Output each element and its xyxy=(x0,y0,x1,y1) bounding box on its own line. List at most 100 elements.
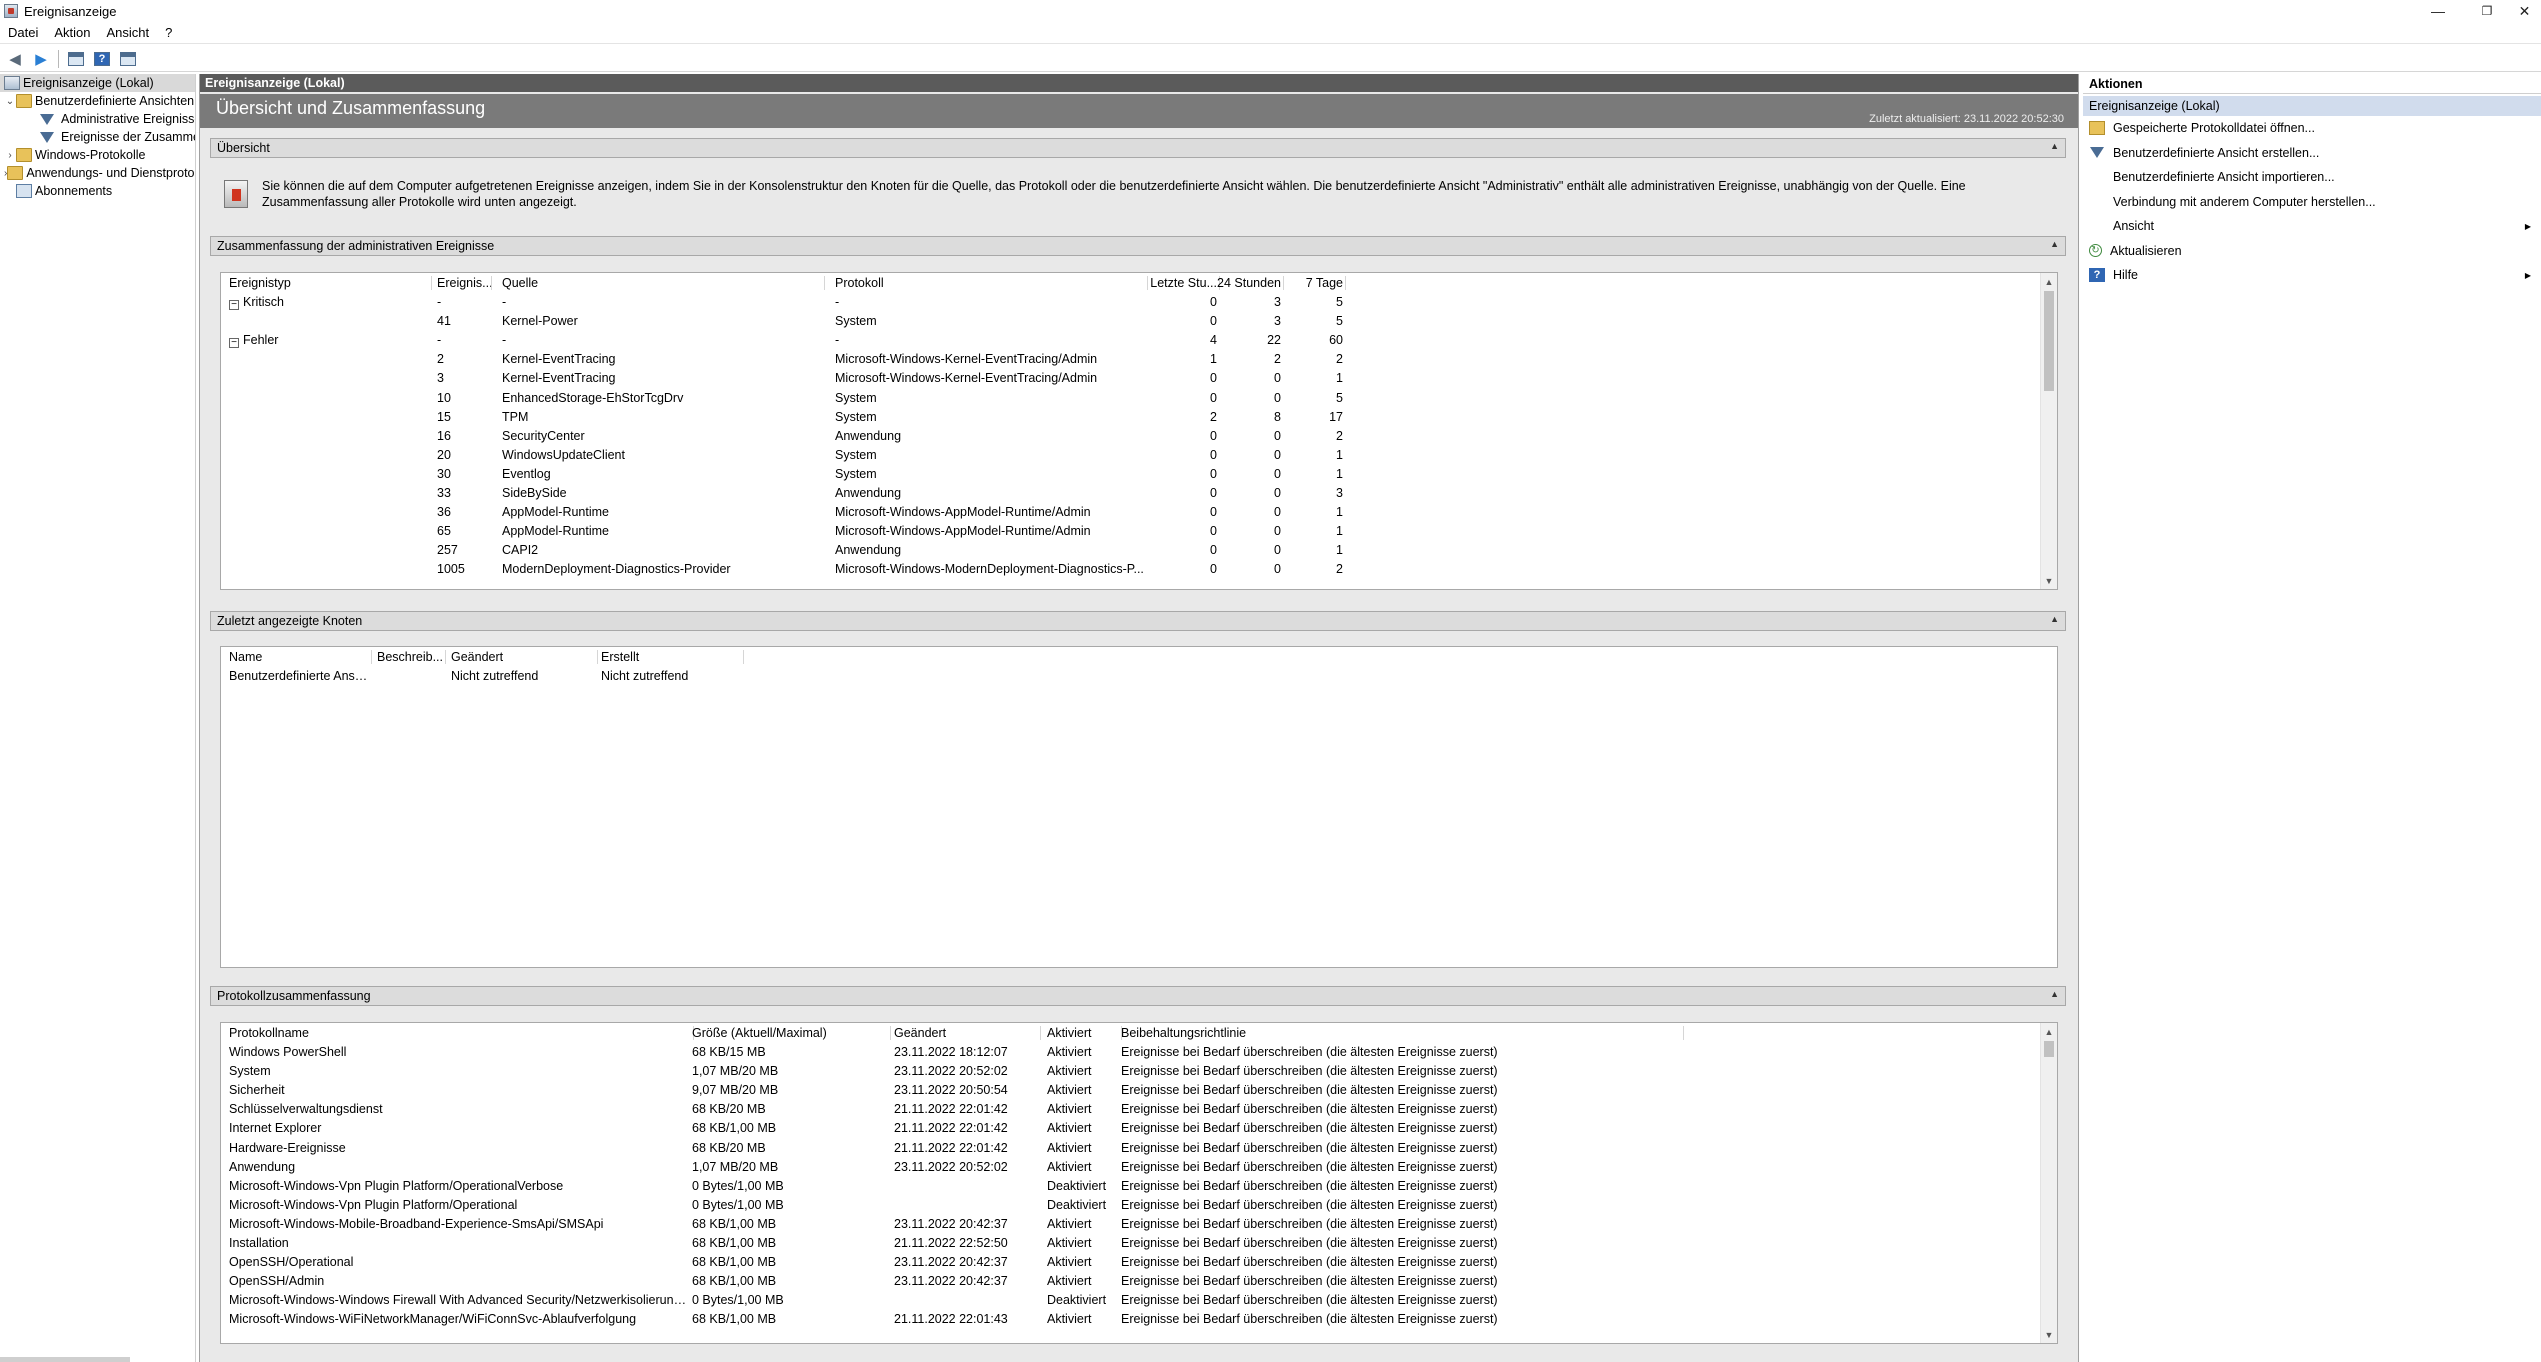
admin-summary-row[interactable]: 2 Kernel-EventTracing Microsoft-Windows-Ke… xyxy=(221,350,2057,369)
tree-item-summary-events[interactable]: Ereignisse der Zusammenfassung xyxy=(0,128,195,146)
log-summary-row[interactable]: Microsoft-Windows-Mobile-Broadband-Exper… xyxy=(221,1215,2057,1234)
action-item[interactable]: ↻ Aktualisieren xyxy=(2083,239,2541,264)
column-header[interactable]: Protokoll xyxy=(835,273,1145,293)
column-header[interactable]: Geändert xyxy=(894,1023,1038,1043)
chevron-down-icon[interactable]: ⌄ xyxy=(4,96,16,107)
log-summary-row[interactable]: OpenSSH/Operational 68 KB/1,00 MB 23.11.20… xyxy=(221,1253,2057,1272)
action-item[interactable]: Gespeicherte Protokolldatei öffnen... xyxy=(2083,116,2541,141)
scroll-up-icon[interactable]: ▲ xyxy=(2041,1023,2057,1040)
admin-summary-row[interactable]: 36 AppModel-Runtime Microsoft-Windows-AppM… xyxy=(221,503,2057,522)
admin-summary-row[interactable]: − Fehler - - -4 22 60 xyxy=(221,331,2057,350)
action-item[interactable]: Benutzerdefinierte Ansicht erstellen... xyxy=(2083,141,2541,166)
section-admin-summary-header[interactable]: Zusammenfassung der administrativen Erei… xyxy=(210,236,2066,256)
action-item[interactable]: Ansicht ▶ xyxy=(2083,214,2541,239)
collapse-tree-icon[interactable]: − xyxy=(229,338,239,349)
tree-item-administrative-events[interactable]: Administrative Ereignisse xyxy=(0,110,195,128)
log-summary-row[interactable]: Schlüsselverwaltungsdienst 68 KB/20 MB 21.… xyxy=(221,1100,2057,1119)
admin-summary-row[interactable]: 30 Eventlog System 0 0 1 xyxy=(221,465,2057,484)
tree-item-event-viewer-local[interactable]: Ereignisanzeige (Lokal) xyxy=(0,74,195,92)
admin-summary-row[interactable]: 257 CAPI2 Anwendung 0 0 1 xyxy=(221,541,2057,560)
column-header[interactable]: Protokollname xyxy=(229,1023,691,1043)
column-header[interactable]: Beschreib... xyxy=(377,647,443,667)
column-header[interactable]: Geändert xyxy=(451,647,595,667)
column-separator[interactable] xyxy=(597,650,598,664)
log-summary-row[interactable]: Anwendung 1,07 MB/20 MB 23.11.2022 20:52:0… xyxy=(221,1158,2057,1177)
column-header[interactable]: Quelle xyxy=(502,273,822,293)
column-separator[interactable] xyxy=(371,650,372,664)
column-header[interactable]: Beibehaltungsrichtlinie xyxy=(1121,1023,1681,1043)
actions-context-header[interactable]: Ereignisanzeige (Lokal) xyxy=(2083,96,2541,116)
recent-node-row[interactable]: Benutzerdefinierte Ansic... Nicht zutreff… xyxy=(221,667,2057,686)
admin-summary-row[interactable]: 10 EnhancedStorage-EhStorTcgDrv System 0 0 5 xyxy=(221,389,2057,408)
restore-button[interactable]: ❐ xyxy=(2464,0,2510,22)
tree-item-subscriptions[interactable]: Abonnements xyxy=(0,182,195,200)
column-header[interactable]: Aktiviert xyxy=(1047,1023,1119,1043)
forward-arrow-icon[interactable]: ▶ xyxy=(28,48,54,70)
admin-summary-row[interactable]: 15 TPM System 2 8 17 xyxy=(221,408,2057,427)
admin-summary-row[interactable]: 33 SideBySide Anwendung 0 0 3 xyxy=(221,484,2057,503)
column-separator[interactable] xyxy=(491,276,492,290)
menu-datei[interactable]: Datei xyxy=(0,25,46,40)
column-separator[interactable] xyxy=(445,650,446,664)
show-hide-action-pane-button[interactable] xyxy=(115,48,141,70)
log-summary-row[interactable]: Internet Explorer 68 KB/1,00 MB 21.11.2022… xyxy=(221,1119,2057,1138)
menu-ansicht[interactable]: Ansicht xyxy=(99,25,158,40)
minimize-button[interactable]: — xyxy=(2415,0,2461,22)
log-summary-row[interactable]: Microsoft-Windows-Windows Firewall With … xyxy=(221,1291,2057,1310)
admin-summary-row[interactable]: 16 SecurityCenter Anwendung 0 0 2 xyxy=(221,427,2057,446)
admin-summary-row[interactable]: 41 Kernel-Power System 0 3 5 xyxy=(221,312,2057,331)
action-item[interactable]: Benutzerdefinierte Ansicht importieren..… xyxy=(2083,165,2541,190)
collapse-icon[interactable]: ▲ xyxy=(2050,989,2059,999)
column-header[interactable]: Größe (Aktuell/Maximal) xyxy=(692,1023,888,1043)
section-overview-header[interactable]: Übersicht ▲ xyxy=(210,138,2066,158)
action-item[interactable]: ? Hilfe ▶ xyxy=(2083,263,2541,288)
menu-aktion[interactable]: Aktion xyxy=(46,25,98,40)
column-separator[interactable] xyxy=(890,1026,891,1040)
log-summary-row[interactable]: Windows PowerShell 68 KB/15 MB 23.11.2022 … xyxy=(221,1043,2057,1062)
column-separator[interactable] xyxy=(1147,276,1148,290)
tree-item-applications-services-logs[interactable]: › Anwendungs- und Dienstprotokolle xyxy=(0,164,195,182)
column-separator[interactable] xyxy=(824,276,825,290)
close-button[interactable]: ✕ xyxy=(2508,0,2541,22)
log-summary-row[interactable]: Installation 68 KB/1,00 MB 21.11.2022 22:5… xyxy=(221,1234,2057,1253)
column-header[interactable]: 24 Stunden xyxy=(1217,273,1281,293)
column-header[interactable]: Erstellt xyxy=(601,647,741,667)
column-separator[interactable] xyxy=(1040,1026,1041,1040)
column-header[interactable]: Ereignistyp xyxy=(229,273,429,293)
log-summary-row[interactable]: System 1,07 MB/20 MB 23.11.2022 20:52:02 Ak… xyxy=(221,1062,2057,1081)
admin-summary-row[interactable]: 20 WindowsUpdateClient System 0 0 1 xyxy=(221,446,2057,465)
column-separator[interactable] xyxy=(1683,1026,1684,1040)
back-arrow-icon[interactable]: ◀ xyxy=(2,48,28,70)
collapse-icon[interactable]: ▲ xyxy=(2050,141,2059,151)
log-summary-row[interactable]: OpenSSH/Admin 68 KB/1,00 MB 23.11.2022 20:… xyxy=(221,1272,2057,1291)
log-summary-row[interactable]: Microsoft-Windows-Vpn Plugin Platform/Op… xyxy=(221,1196,2057,1215)
section-log-summary-header[interactable]: Protokollzusammenfassung ▲ xyxy=(210,986,2066,1006)
chevron-right-icon[interactable]: › xyxy=(4,150,16,161)
collapse-tree-icon[interactable]: − xyxy=(229,300,239,310)
column-separator[interactable] xyxy=(431,276,432,290)
admin-summary-row[interactable]: 3 Kernel-EventTracing Microsoft-Windows-Ke… xyxy=(221,369,2057,388)
column-header[interactable]: Letzte Stu... xyxy=(1150,273,1217,293)
column-header[interactable]: 7 Tage xyxy=(1285,273,1343,293)
admin-summary-row[interactable]: 1005 ModernDeployment-Diagnostics-Provide… xyxy=(221,560,2057,579)
column-header[interactable]: Ereignis... xyxy=(437,273,493,293)
menu-help[interactable]: ? xyxy=(157,25,180,40)
show-hide-console-tree-button[interactable] xyxy=(63,48,89,70)
column-header[interactable]: Name xyxy=(229,647,369,667)
horizontal-scrollbar[interactable] xyxy=(0,1357,130,1362)
log-summary-row[interactable]: Sicherheit 9,07 MB/20 MB 23.11.2022 20:50:… xyxy=(221,1081,2057,1100)
tree-item-windows-logs[interactable]: › Windows-Protokolle xyxy=(0,146,195,164)
collapse-icon[interactable]: ▲ xyxy=(2050,239,2059,249)
admin-summary-row[interactable]: 65 AppModel-Runtime Microsoft-Windows-AppM… xyxy=(221,522,2057,541)
log-summary-row[interactable]: Microsoft-Windows-Vpn Plugin Platform/Op… xyxy=(221,1177,2057,1196)
scroll-up-icon[interactable]: ▲ xyxy=(2041,273,2057,290)
column-separator[interactable] xyxy=(1283,276,1284,290)
column-separator[interactable] xyxy=(1345,276,1346,290)
action-item[interactable]: Verbindung mit anderem Computer herstell… xyxy=(2083,190,2541,215)
help-button[interactable]: ? xyxy=(89,48,115,70)
tree-item-custom-views[interactable]: ⌄ Benutzerdefinierte Ansichten xyxy=(0,92,195,110)
admin-summary-row[interactable]: − Kritisch - - -0 3 5 xyxy=(221,293,2057,312)
section-recent-nodes-header[interactable]: Zuletzt angezeigte Knoten ▲ xyxy=(210,611,2066,631)
column-separator[interactable] xyxy=(743,650,744,664)
collapse-icon[interactable]: ▲ xyxy=(2050,614,2059,624)
